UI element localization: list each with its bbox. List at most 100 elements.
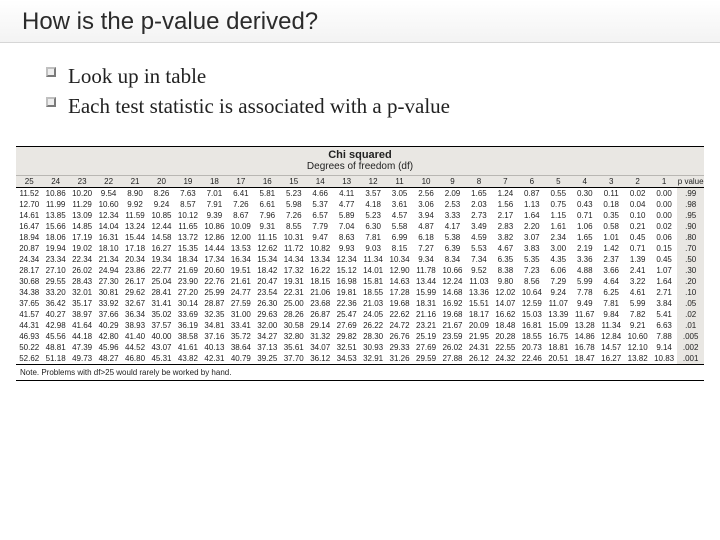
data-cell: 0.75 (545, 199, 571, 210)
data-cell: 13.36 (466, 287, 492, 298)
table-row: 20.8719.9419.0218.1017.1816.2715.3514.44… (16, 243, 704, 254)
data-cell: 9.92 (122, 199, 148, 210)
data-cell: 37.66 (95, 309, 121, 320)
data-cell: 10.83 (651, 353, 677, 364)
data-cell: 28.43 (69, 276, 95, 287)
bullet-text: Each test statistic is associated with a… (68, 94, 450, 118)
data-cell: 15.35 (175, 243, 201, 254)
data-cell: 15.66 (42, 221, 68, 232)
data-cell: 13.72 (175, 232, 201, 243)
data-cell: 24.05 (360, 309, 386, 320)
data-cell: 25.99 (201, 287, 227, 298)
data-cell: 30.68 (16, 276, 42, 287)
data-cell: 16.98 (333, 276, 359, 287)
data-cell: 7.79 (307, 221, 333, 232)
data-cell: 21.61 (228, 276, 254, 287)
data-cell: 18.81 (545, 342, 571, 353)
data-cell: 18.06 (42, 232, 68, 243)
data-cell: 24.77 (228, 287, 254, 298)
df-header-cell: 2 (624, 176, 650, 188)
data-cell: 27.69 (333, 320, 359, 331)
table-row: 41.5740.2738.9737.6636.3435.0233.6932.35… (16, 309, 704, 320)
data-cell: 38.93 (122, 320, 148, 331)
data-cell: 8.34 (439, 254, 465, 265)
data-cell: 14.61 (16, 210, 42, 221)
data-cell: 20.47 (254, 276, 280, 287)
data-cell: 5.37 (307, 199, 333, 210)
data-cell: 1.65 (466, 187, 492, 199)
data-cell: 26.12 (466, 353, 492, 364)
data-cell: 20.73 (519, 342, 545, 353)
data-cell: 37.13 (254, 342, 280, 353)
data-cell: 7.91 (201, 199, 227, 210)
data-cell: 23.90 (175, 276, 201, 287)
df-header-cell: 20 (148, 176, 174, 188)
data-cell: 10.82 (307, 243, 333, 254)
df-header-cell: 11 (386, 176, 412, 188)
data-cell: 27.88 (439, 353, 465, 364)
data-cell: 20.09 (466, 320, 492, 331)
data-cell: 16.22 (307, 265, 333, 276)
data-cell: 26.17 (122, 276, 148, 287)
data-cell: 46.80 (122, 353, 148, 364)
df-header-cell: 6 (519, 176, 545, 188)
data-cell: 12.86 (201, 232, 227, 243)
data-cell: 30.93 (360, 342, 386, 353)
data-cell: 30.14 (175, 298, 201, 309)
data-cell: 27.59 (228, 298, 254, 309)
pvalue-cell: .90 (677, 221, 704, 232)
data-cell: 19.68 (439, 309, 465, 320)
table-row: 30.6829.5528.4327.3026.1725.0423.9022.76… (16, 276, 704, 287)
data-cell: 6.25 (598, 287, 624, 298)
data-cell: 31.00 (228, 309, 254, 320)
data-cell: 40.27 (42, 309, 68, 320)
data-cell: 0.30 (572, 187, 598, 199)
data-cell: 20.51 (545, 353, 571, 364)
data-cell: 13.09 (69, 210, 95, 221)
data-cell: 48.27 (95, 353, 121, 364)
table-row: 24.3423.3422.3421.3420.3419.3418.3417.34… (16, 254, 704, 265)
data-cell: 21.34 (95, 254, 121, 265)
pvalue-cell: .10 (677, 287, 704, 298)
data-cell: 21.95 (466, 331, 492, 342)
data-cell: 40.00 (148, 331, 174, 342)
data-cell: 1.42 (598, 243, 624, 254)
data-cell: 0.18 (598, 199, 624, 210)
data-cell: 37.57 (148, 320, 174, 331)
pvalue-cell: .02 (677, 309, 704, 320)
data-cell: 21.06 (307, 287, 333, 298)
data-cell: 33.20 (42, 287, 68, 298)
data-cell: 26.02 (439, 342, 465, 353)
data-cell: 4.57 (386, 210, 412, 221)
df-header-cell: 24 (42, 176, 68, 188)
data-cell: 13.34 (307, 254, 333, 265)
table-row: 50.2248.8147.3945.9644.5243.0741.6140.13… (16, 342, 704, 353)
df-header-cell: 5 (545, 176, 571, 188)
data-cell: 22.55 (492, 342, 518, 353)
data-cell: 5.35 (519, 254, 545, 265)
pvalue-cell: .20 (677, 276, 704, 287)
data-cell: 5.58 (386, 221, 412, 232)
data-cell: 7.34 (466, 254, 492, 265)
data-cell: 3.06 (413, 199, 439, 210)
data-cell: 2.71 (651, 287, 677, 298)
data-cell: 6.57 (307, 210, 333, 221)
data-cell: 20.87 (16, 243, 42, 254)
data-cell: 0.45 (651, 254, 677, 265)
data-cell: 16.27 (148, 243, 174, 254)
pvalue-cell: .95 (677, 210, 704, 221)
data-cell: 17.28 (386, 287, 412, 298)
data-cell: 23.86 (122, 265, 148, 276)
data-cell: 43.07 (148, 342, 174, 353)
data-cell: 35.72 (228, 331, 254, 342)
data-cell: 18.10 (95, 243, 121, 254)
data-cell: 38.97 (69, 309, 95, 320)
data-cell: 9.84 (598, 309, 624, 320)
pvalue-cell: .99 (677, 187, 704, 199)
data-cell: 0.71 (624, 243, 650, 254)
data-cell: 11.99 (42, 199, 68, 210)
data-cell: 22.77 (148, 265, 174, 276)
data-cell: 31.26 (386, 353, 412, 364)
data-cell: 6.39 (439, 243, 465, 254)
data-cell: 10.34 (386, 254, 412, 265)
